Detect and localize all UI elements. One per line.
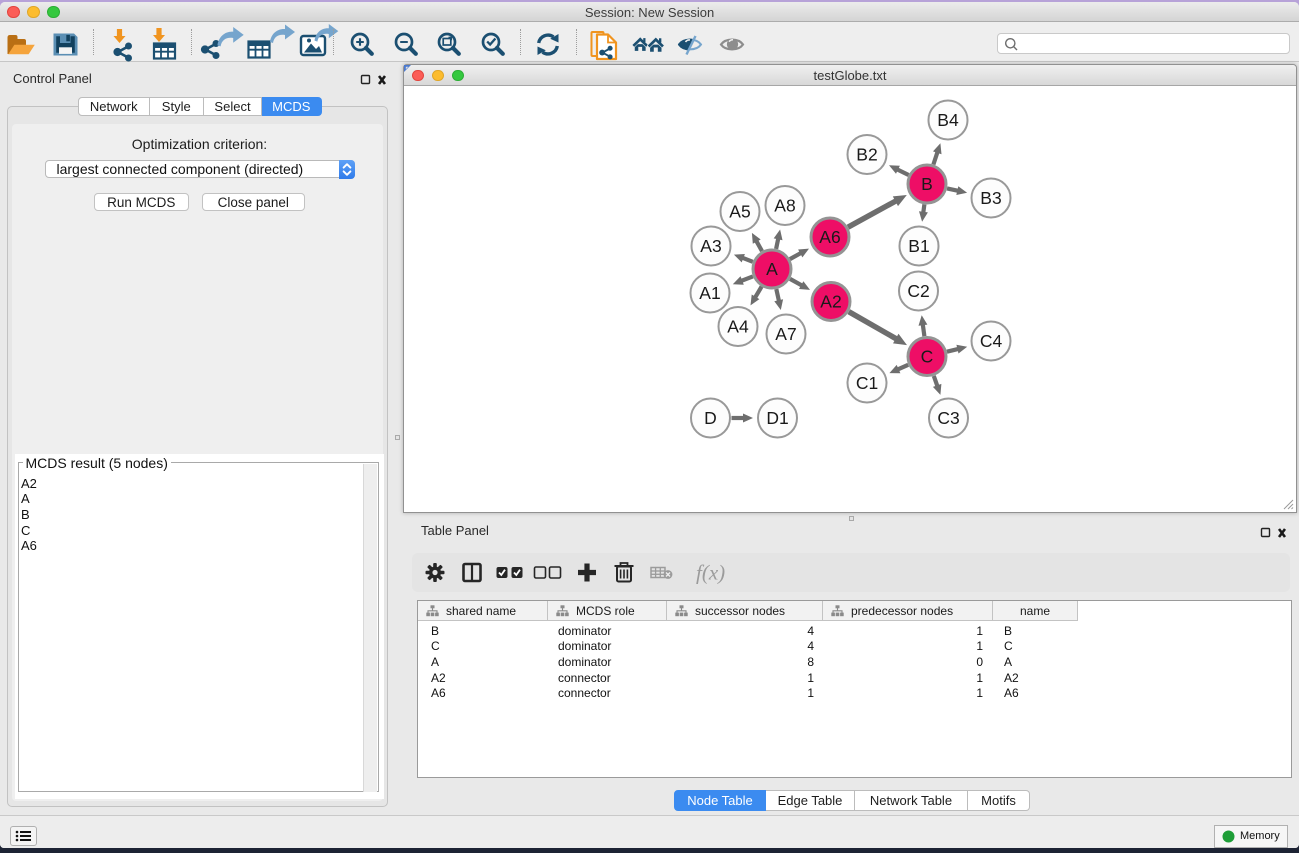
svg-text:C: C bbox=[921, 347, 934, 367]
svg-text:D1: D1 bbox=[766, 408, 788, 428]
svg-text:A: A bbox=[766, 259, 778, 279]
svg-text:B: B bbox=[921, 174, 933, 194]
svg-text:B3: B3 bbox=[980, 188, 1001, 208]
svg-text:A1: A1 bbox=[699, 283, 720, 303]
svg-text:B4: B4 bbox=[937, 110, 959, 130]
svg-text:A6: A6 bbox=[819, 227, 840, 247]
svg-text:A2: A2 bbox=[820, 292, 841, 312]
svg-text:A8: A8 bbox=[774, 196, 795, 216]
svg-text:A4: A4 bbox=[727, 317, 749, 337]
svg-text:C3: C3 bbox=[937, 408, 959, 428]
svg-text:C2: C2 bbox=[907, 281, 929, 301]
svg-text:A7: A7 bbox=[775, 324, 796, 344]
svg-text:C1: C1 bbox=[856, 373, 878, 393]
svg-text:A3: A3 bbox=[700, 236, 721, 256]
svg-text:B1: B1 bbox=[908, 236, 929, 256]
svg-text:f(x): f(x) bbox=[696, 561, 725, 585]
svg-text:C4: C4 bbox=[980, 331, 1003, 351]
svg-text:B2: B2 bbox=[856, 145, 877, 165]
svg-text:A5: A5 bbox=[729, 202, 750, 222]
svg-text:D: D bbox=[704, 408, 717, 428]
